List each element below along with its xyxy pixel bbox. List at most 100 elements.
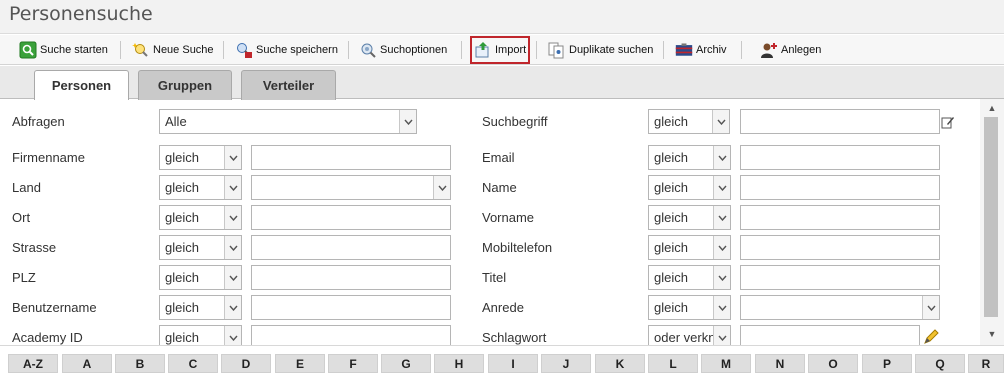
left-field-operator-select[interactable]: gleich [159,205,242,230]
alphabet-filter-e[interactable]: E [275,354,325,373]
alphabet-filter-h[interactable]: H [434,354,484,373]
chevron-down-icon [713,266,730,289]
abfragen-select[interactable]: Alle [159,109,417,134]
operator-value: gleich [654,150,688,165]
pencil-icon[interactable] [923,329,939,345]
toolbar-divider [663,41,664,59]
alphabet-filter-g[interactable]: G [381,354,431,373]
alphabet-filter-q[interactable]: Q [915,354,965,373]
left-field-operator-select[interactable]: gleich [159,325,242,345]
left-field-label: PLZ [12,270,36,285]
suchbegriff-operator-select[interactable]: gleich [648,109,730,134]
new-search-button[interactable]: Neue Suche [129,38,217,62]
right-field-label: Name [482,180,517,195]
right-field-operator-select[interactable]: gleich [648,265,731,290]
scroll-up-icon[interactable]: ▲ [984,101,1000,115]
left-field-value-input[interactable] [251,145,451,170]
right-field-value-input[interactable] [740,145,940,170]
right-field-value-input[interactable] [740,265,940,290]
tab-bar: Personen Gruppen Verteiler [0,66,1004,100]
right-field-value-input[interactable] [740,325,920,345]
edit-icon[interactable] [941,115,955,132]
left-field-operator-select[interactable]: gleich [159,145,242,170]
chevron-down-icon [224,176,241,199]
right-field-value-input[interactable] [740,205,940,230]
scroll-down-icon[interactable]: ▼ [984,327,1000,341]
left-field-operator-select[interactable]: gleich [159,175,242,200]
tab-personen[interactable]: Personen [34,70,129,100]
chevron-down-icon [224,296,241,319]
left-field-value-input[interactable] [251,325,451,345]
left-field-value-select[interactable] [251,175,451,200]
left-field-operator-select[interactable]: gleich [159,235,242,260]
alphabet-filter-m[interactable]: M [701,354,751,373]
right-field-operator-select[interactable]: gleich [648,145,731,170]
operator-value: gleich [165,210,199,225]
chevron-down-icon [713,146,730,169]
right-field-operator-select[interactable]: gleich [648,175,731,200]
left-field-operator-select[interactable]: gleich [159,265,242,290]
chevron-down-icon [433,176,450,199]
right-field-operator-select[interactable]: gleich [648,295,731,320]
chevron-down-icon [224,206,241,229]
left-field-value-input[interactable] [251,235,451,260]
right-field-value-input[interactable] [740,235,940,260]
abfragen-label: Abfragen [12,114,65,129]
operator-value: gleich [165,270,199,285]
right-field-operator-select[interactable]: oder verkn [648,325,731,345]
chevron-down-icon [922,296,939,319]
search-start-button[interactable]: Suche starten [16,38,111,62]
left-field-operator-select[interactable]: gleich [159,295,242,320]
alphabet-filter-f[interactable]: F [328,354,378,373]
left-field-label: Strasse [12,240,57,255]
left-field-value-input[interactable] [251,295,451,320]
right-field-operator-select[interactable]: gleich [648,235,731,260]
alphabet-filter-i[interactable]: I [488,354,538,373]
right-field-label: Anrede [482,300,524,315]
vertical-scrollbar[interactable]: ▲ ▼ [980,99,1004,345]
create-button[interactable]: Anlegen [757,38,824,62]
page-title: Personensuche [9,3,153,25]
title-bar: Personensuche [0,0,1004,34]
right-field-operator-select[interactable]: gleich [648,205,731,230]
chevron-down-icon [399,110,416,133]
alphabet-filter-c[interactable]: C [168,354,218,373]
operator-value: oder verkn [654,330,716,345]
toolbar-divider [223,41,224,59]
toolbar-divider [120,41,121,59]
search-options-button[interactable]: Suchoptionen [356,38,450,62]
right-field-value-input[interactable] [740,175,940,200]
alphabet-filter-l[interactable]: L [648,354,698,373]
right-field-value-select[interactable] [740,295,940,320]
archive-button[interactable]: Archiv [672,38,730,62]
duplicates-label: Duplikate suchen [569,44,654,56]
left-field-label: Land [12,180,41,195]
alphabet-filter-j[interactable]: J [541,354,591,373]
alphabet-filter-a[interactable]: A [62,354,112,373]
new-search-icon [132,41,150,59]
right-field-label: Vorname [482,210,535,225]
alphabet-filter-r[interactable]: R [968,354,1004,373]
operator-value: gleich [654,300,688,315]
import-button[interactable]: Import [470,36,531,64]
suchbegriff-label: Suchbegriff [482,114,548,129]
suchbegriff-input[interactable] [740,109,940,134]
operator-value: gleich [165,300,199,315]
duplicates-button[interactable]: Duplikate suchen [545,38,656,62]
alphabet-filter-b[interactable]: B [115,354,165,373]
left-field-value-input[interactable] [251,205,451,230]
tab-gruppen[interactable]: Gruppen [138,70,232,100]
toolbar-divider [741,41,742,59]
chevron-down-icon [713,206,730,229]
right-field-label: Titel [482,270,507,285]
scrollbar-thumb[interactable] [984,117,998,317]
alphabet-filter-p[interactable]: P [862,354,912,373]
alphabet-filter-k[interactable]: K [595,354,645,373]
alphabet-filter-a-z[interactable]: A-Z [8,354,58,373]
tab-verteiler[interactable]: Verteiler [241,70,336,100]
alphabet-filter-o[interactable]: O [808,354,858,373]
alphabet-filter-d[interactable]: D [221,354,271,373]
left-field-value-input[interactable] [251,265,451,290]
save-search-button[interactable]: Suche speichern [232,38,341,62]
alphabet-filter-n[interactable]: N [755,354,805,373]
